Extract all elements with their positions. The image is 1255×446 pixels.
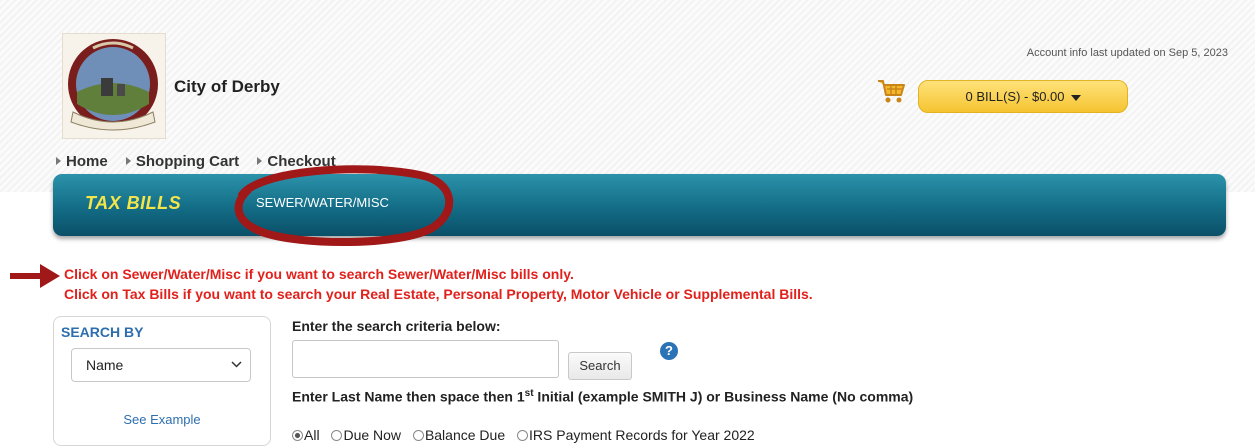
help-icon[interactable]: ? xyxy=(660,342,678,360)
breadcrumb-shopping-cart[interactable]: Shopping Cart xyxy=(125,153,239,170)
city-name: City of Derby xyxy=(174,77,280,96)
radio-all[interactable]: All xyxy=(292,427,320,443)
cart-summary-label: 0 BILL(S) - $0.00 xyxy=(965,89,1065,104)
search-instructions: Enter Last Name then space then 1st Init… xyxy=(292,388,914,405)
tab-sewer-water-misc[interactable]: SEWER/WATER/MISC xyxy=(256,195,389,210)
tab-tax-bills[interactable]: TAX BILLS xyxy=(85,193,181,214)
breadcrumb: Home Shopping Cart Checkout xyxy=(56,153,350,170)
search-criteria-label: Enter the search criteria below: xyxy=(292,318,501,334)
search-by-panel: SEARCH BY Name See Example xyxy=(53,316,271,446)
radio-unchecked-icon xyxy=(517,430,528,441)
radio-due-now[interactable]: Due Now xyxy=(331,427,401,443)
radio-checked-icon xyxy=(292,430,303,441)
triangle-right-icon xyxy=(125,157,131,165)
notice-line-2: Click on Tax Bills if you want to search… xyxy=(64,286,813,302)
search-by-selected-value: Name xyxy=(86,357,124,373)
chevron-down-icon xyxy=(231,361,242,368)
search-input[interactable] xyxy=(292,340,559,378)
account-updated-text: Account info last updated on Sep 5, 2023 xyxy=(1026,47,1228,59)
radio-balance-due[interactable]: Balance Due xyxy=(412,427,505,443)
bill-type-nav: TAX BILLS SEWER/WATER/MISC xyxy=(53,174,1226,236)
triangle-right-icon xyxy=(56,157,61,165)
see-example-link[interactable]: See Example xyxy=(54,412,270,427)
instruction-notice: Click on Sewer/Water/Misc if you want to… xyxy=(64,264,813,304)
radio-unchecked-icon xyxy=(412,430,424,441)
city-seal-logo[interactable] xyxy=(62,33,166,139)
breadcrumb-checkout[interactable]: Checkout xyxy=(257,153,336,170)
caret-down-icon xyxy=(1070,94,1081,101)
radio-unchecked-icon xyxy=(331,430,343,441)
search-by-title: SEARCH BY xyxy=(61,324,144,340)
search-by-select[interactable]: Name xyxy=(71,348,251,382)
triangle-right-icon xyxy=(257,157,263,165)
annotation-arrow-icon xyxy=(10,261,62,296)
breadcrumb-home[interactable]: Home xyxy=(56,153,108,170)
notice-line-1: Click on Sewer/Water/Misc if you want to… xyxy=(64,266,574,282)
radio-irs-payment-records[interactable]: IRS Payment Records for Year 2022 xyxy=(517,427,755,443)
cart-summary-button[interactable]: 0 BILL(S) - $0.00 xyxy=(918,80,1128,113)
search-button[interactable]: Search xyxy=(568,352,632,380)
bill-status-filter: All Due Now Balance Due IRS Payment Reco… xyxy=(292,427,763,443)
shopping-cart-icon[interactable] xyxy=(876,78,906,109)
